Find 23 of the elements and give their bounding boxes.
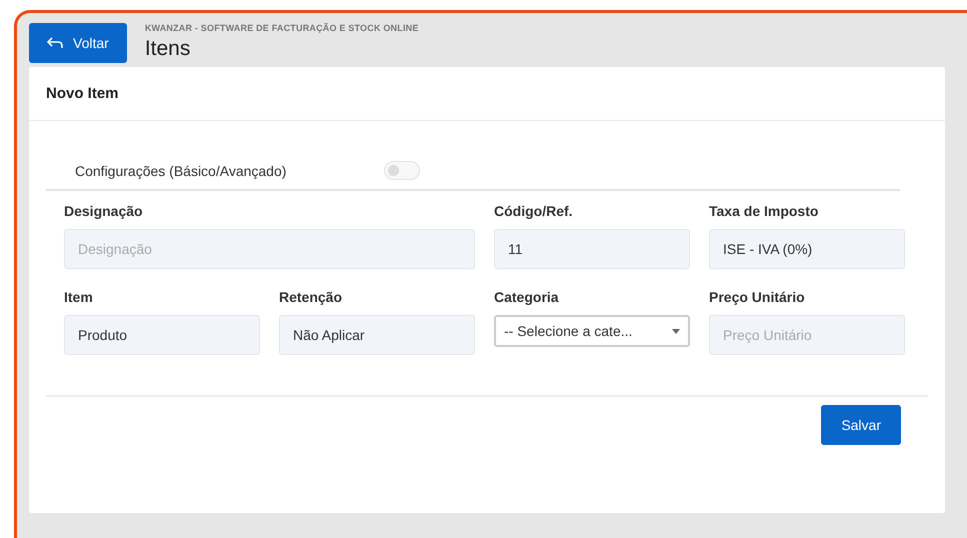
toggle-switch[interactable] bbox=[384, 161, 420, 180]
field-label: Item bbox=[64, 289, 93, 305]
input-field[interactable]: Não Aplicar bbox=[279, 315, 475, 355]
field-label: Código/Ref. bbox=[494, 203, 573, 219]
input-field[interactable]: Designação bbox=[64, 229, 475, 269]
page-title: Itens bbox=[144, 37, 192, 61]
save-button[interactable]: Salvar bbox=[821, 405, 901, 445]
input-field[interactable]: 11 bbox=[494, 229, 690, 269]
category-dropdown[interactable]: -- Selecione a cate... bbox=[494, 315, 690, 347]
field-label: Retenção bbox=[279, 289, 342, 305]
card-title: Novo Item bbox=[46, 85, 119, 102]
field-label: Taxa de Imposto bbox=[709, 203, 818, 219]
input-field[interactable]: Produto bbox=[64, 315, 260, 355]
back-arrow-icon bbox=[47, 37, 63, 49]
toggle-label: Configurações (Básico/Avançado) bbox=[75, 162, 286, 178]
back-button[interactable]: Voltar bbox=[29, 23, 127, 63]
input-field[interactable]: ISE - IVA (0%) bbox=[709, 229, 905, 269]
field-label: Designação bbox=[64, 203, 143, 219]
caret-icon bbox=[672, 328, 680, 334]
app-name: KWANZAR - SOFTWARE DE FACTURAÇÃO E STOCK ONLINE bbox=[144, 23, 419, 33]
field-label: Categoria bbox=[494, 289, 559, 305]
input-field[interactable]: Preço Unitário bbox=[709, 315, 905, 355]
field-label: Preço Unitário bbox=[709, 289, 805, 305]
